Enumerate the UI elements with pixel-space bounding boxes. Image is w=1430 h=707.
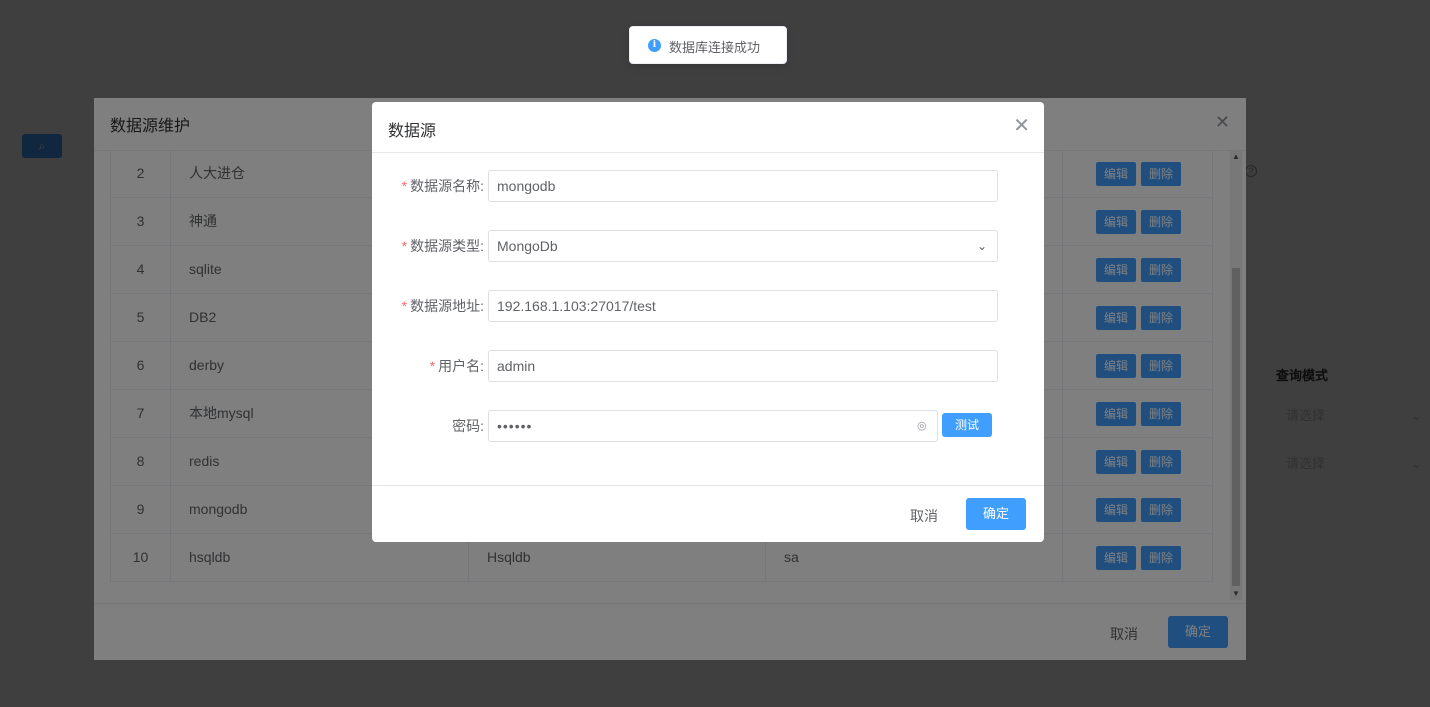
dialog-title: 数据源 <box>388 123 437 140</box>
success-toast: i 数据库连接成功 <box>629 26 787 64</box>
datasource-type-select[interactable]: MongoDb ⌄ <box>488 230 998 262</box>
required-mark: * <box>429 358 436 374</box>
required-mark: * <box>401 298 408 314</box>
datasource-address-label: * 数据源地址: <box>401 298 484 314</box>
datasource-dialog: 数据源 ✕ * 数据源名称: mongodb * 数据源类型: MongoDb ⌄ … <box>372 102 1044 542</box>
eye-icon[interactable]: ◎ <box>917 420 929 432</box>
toast-message: 数据库连接成功 <box>669 40 761 55</box>
cancel-button[interactable]: 取消 <box>910 506 938 526</box>
test-connection-button[interactable]: 测试 <box>942 413 992 437</box>
datasource-type-label: * 数据源类型: <box>401 238 484 254</box>
divider <box>372 485 1044 486</box>
username-label: * 用户名: <box>429 358 484 374</box>
divider <box>372 152 1044 153</box>
datasource-name-input[interactable]: mongodb <box>488 170 998 202</box>
info-icon: i <box>648 39 661 52</box>
datasource-address-input[interactable]: 192.168.1.103:27017/test <box>488 290 998 322</box>
datasource-name-label: * 数据源名称: <box>401 178 484 194</box>
password-label: 密码: <box>452 418 484 434</box>
chevron-down-icon: ⌄ <box>976 239 987 253</box>
password-input[interactable]: •••••• ◎ <box>488 410 938 442</box>
username-input[interactable]: admin <box>488 350 998 382</box>
required-mark: * <box>401 178 408 194</box>
close-icon[interactable]: ✕ <box>1013 114 1030 138</box>
confirm-button[interactable]: 确定 <box>966 498 1026 530</box>
required-mark: * <box>401 238 408 254</box>
